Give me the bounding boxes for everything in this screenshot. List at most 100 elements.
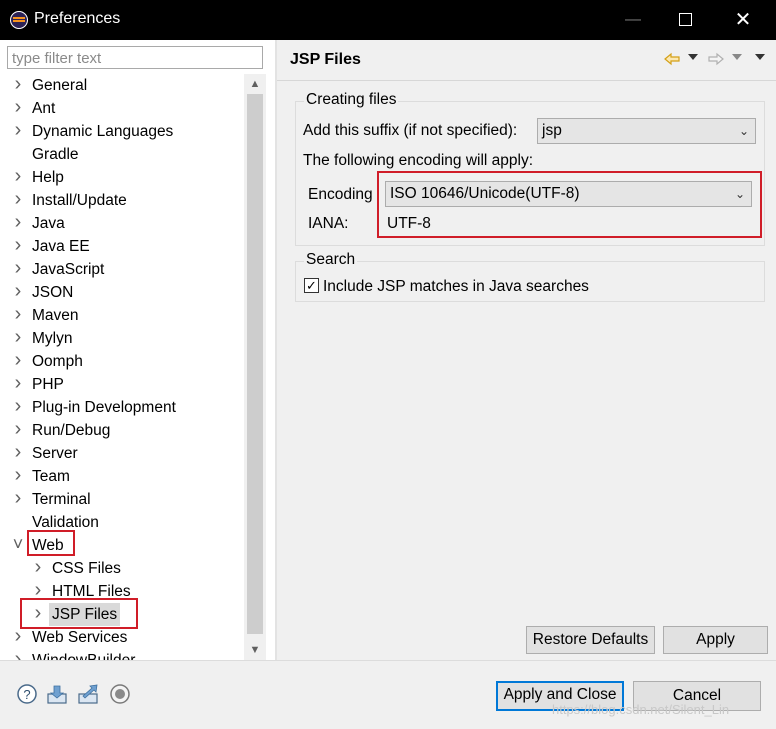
tree-item-label: PHP bbox=[32, 376, 64, 393]
tree-item[interactable]: › Java EE bbox=[12, 235, 242, 258]
chevron-right-icon[interactable]: › bbox=[12, 166, 24, 187]
chevron-right-icon[interactable]: › bbox=[12, 327, 24, 348]
chevron-right-icon[interactable]: › bbox=[12, 465, 24, 486]
tree-item[interactable]: › JavaScript bbox=[12, 258, 242, 281]
iana-label: IANA: bbox=[308, 215, 349, 232]
tree-item[interactable]: › Mylyn bbox=[12, 327, 242, 350]
tree-item-label: Web Services bbox=[32, 629, 128, 646]
include-jsp-checkbox[interactable]: ✓ bbox=[304, 278, 319, 293]
tree-item-label: Run/Debug bbox=[32, 422, 111, 439]
chevron-right-icon[interactable]: › bbox=[12, 74, 24, 95]
chevron-right-icon[interactable]: › bbox=[12, 626, 24, 647]
chevron-right-icon[interactable]: › bbox=[12, 212, 24, 233]
title-bar: Preferences — ✕ bbox=[0, 0, 776, 40]
tree-item[interactable]: › CSS Files bbox=[32, 557, 242, 580]
tree-item-label: WindowBuilder bbox=[32, 649, 135, 660]
creating-files-legend: Creating files bbox=[304, 91, 399, 109]
tree-item[interactable]: ˅ Web bbox=[12, 530, 242, 557]
import-icon[interactable] bbox=[46, 683, 68, 705]
tree-item[interactable]: › Plug-in Development bbox=[12, 396, 242, 419]
tree-item-label: Team bbox=[32, 468, 70, 485]
tree-item[interactable]: › Server bbox=[12, 442, 242, 465]
help-icon[interactable]: ? bbox=[16, 683, 38, 705]
close-button[interactable]: ✕ bbox=[718, 0, 768, 40]
restore-defaults-button[interactable]: Restore Defaults bbox=[526, 626, 655, 654]
chevron-right-icon[interactable]: › bbox=[12, 373, 24, 394]
filter-input[interactable]: type filter text bbox=[7, 46, 263, 69]
chevron-right-icon[interactable]: › bbox=[12, 442, 24, 463]
tree-item[interactable]: Gradle bbox=[12, 143, 242, 166]
tree-item-label: Java bbox=[32, 215, 65, 232]
chevron-right-icon[interactable]: › bbox=[12, 120, 24, 141]
back-menu-icon[interactable] bbox=[688, 54, 698, 62]
tree-item[interactable]: › Java bbox=[12, 212, 242, 235]
suffix-value: jsp bbox=[542, 122, 562, 139]
scroll-up-icon[interactable]: ▲ bbox=[244, 74, 266, 94]
forward-arrow-icon[interactable] bbox=[707, 51, 725, 67]
chevron-right-icon[interactable]: › bbox=[12, 189, 24, 210]
record-icon[interactable] bbox=[109, 683, 131, 705]
chevron-right-icon[interactable]: › bbox=[12, 419, 24, 440]
minimize-button[interactable]: — bbox=[608, 0, 658, 40]
encoding-highlight-box bbox=[377, 171, 762, 238]
tree-item[interactable]: › Team bbox=[12, 465, 242, 488]
tree-highlight-box bbox=[27, 530, 75, 556]
watermark: https://blog.csdn.net/Silent_Lin bbox=[552, 702, 730, 717]
tree-item-label: Ant bbox=[32, 100, 56, 117]
tree-item-label: Mylyn bbox=[32, 330, 73, 347]
tree-item[interactable]: › General bbox=[12, 74, 242, 97]
forward-menu-icon[interactable] bbox=[732, 54, 742, 62]
chevron-right-icon[interactable]: › bbox=[12, 649, 24, 661]
scroll-down-icon[interactable]: ▼ bbox=[244, 640, 266, 660]
view-menu-icon[interactable] bbox=[755, 54, 765, 62]
tree-item[interactable]: › PHP bbox=[12, 373, 242, 396]
tree-item-label: Java EE bbox=[32, 238, 90, 255]
tree-item-label: CSS Files bbox=[52, 560, 121, 577]
tree-item-label: JSON bbox=[32, 284, 74, 301]
chevron-right-icon[interactable]: › bbox=[12, 235, 24, 256]
suffix-label: Add this suffix (if not specified): bbox=[303, 122, 518, 139]
tree-item-label: Maven bbox=[32, 307, 79, 324]
tree-item[interactable]: › Web Services bbox=[12, 626, 242, 649]
tree-item[interactable]: › WindowBuilder bbox=[12, 649, 242, 661]
chevron-right-icon[interactable]: › bbox=[12, 97, 24, 118]
header-separator bbox=[277, 80, 776, 81]
tree-item[interactable]: › Maven bbox=[12, 304, 242, 327]
footer-separator bbox=[0, 660, 776, 661]
apply-button[interactable]: Apply bbox=[663, 626, 768, 654]
preferences-tree-pane: type filter text › General › Ant › Dynamic La… bbox=[0, 40, 275, 660]
tree-item[interactable]: › JSP Files bbox=[20, 598, 242, 629]
chevron-right-icon[interactable]: › bbox=[12, 488, 24, 509]
include-jsp-label[interactable]: Include JSP matches in Java searches bbox=[323, 278, 589, 296]
scrollbar-thumb[interactable] bbox=[247, 94, 263, 634]
preference-page: JSP Files Creating files Add this suffix… bbox=[277, 40, 776, 660]
suffix-combo[interactable]: jsp ⌄ bbox=[537, 118, 756, 144]
tree-item[interactable]: › Install/Update bbox=[12, 189, 242, 212]
tree-item[interactable]: › Dynamic Languages bbox=[12, 120, 242, 143]
tree-item[interactable]: › Ant bbox=[12, 97, 242, 120]
tree-scrollbar[interactable]: ▲ ▼ bbox=[244, 74, 266, 660]
chevron-right-icon[interactable]: › bbox=[12, 258, 24, 279]
back-arrow-icon[interactable] bbox=[663, 51, 681, 67]
chevron-down-icon[interactable]: ˅ bbox=[12, 534, 24, 555]
chevron-right-icon[interactable]: › bbox=[12, 281, 24, 302]
maximize-button[interactable] bbox=[660, 0, 710, 40]
chevron-right-icon[interactable]: › bbox=[12, 304, 24, 325]
encoding-intro: The following encoding will apply: bbox=[303, 152, 534, 169]
tree-item[interactable]: › Oomph bbox=[12, 350, 242, 373]
encoding-label: Encoding bbox=[308, 186, 373, 203]
chevron-right-icon[interactable]: › bbox=[12, 350, 24, 371]
tree-item[interactable]: › Terminal bbox=[12, 488, 242, 511]
export-icon[interactable] bbox=[77, 683, 99, 705]
tree-item[interactable]: › Run/Debug bbox=[12, 419, 242, 442]
svg-text:?: ? bbox=[23, 687, 30, 702]
chevron-down-icon: ⌄ bbox=[738, 124, 749, 138]
tree-item-label: Plug-in Development bbox=[32, 399, 176, 416]
tree-item[interactable]: › Help bbox=[12, 166, 242, 189]
tree-item-label: Dynamic Languages bbox=[32, 123, 174, 140]
page-title: JSP Files bbox=[290, 51, 361, 68]
chevron-right-icon[interactable]: › bbox=[12, 396, 24, 417]
tree-item[interactable]: › JSON bbox=[12, 281, 242, 304]
tree-item-label: Terminal bbox=[32, 491, 91, 508]
chevron-right-icon[interactable]: › bbox=[32, 557, 44, 578]
